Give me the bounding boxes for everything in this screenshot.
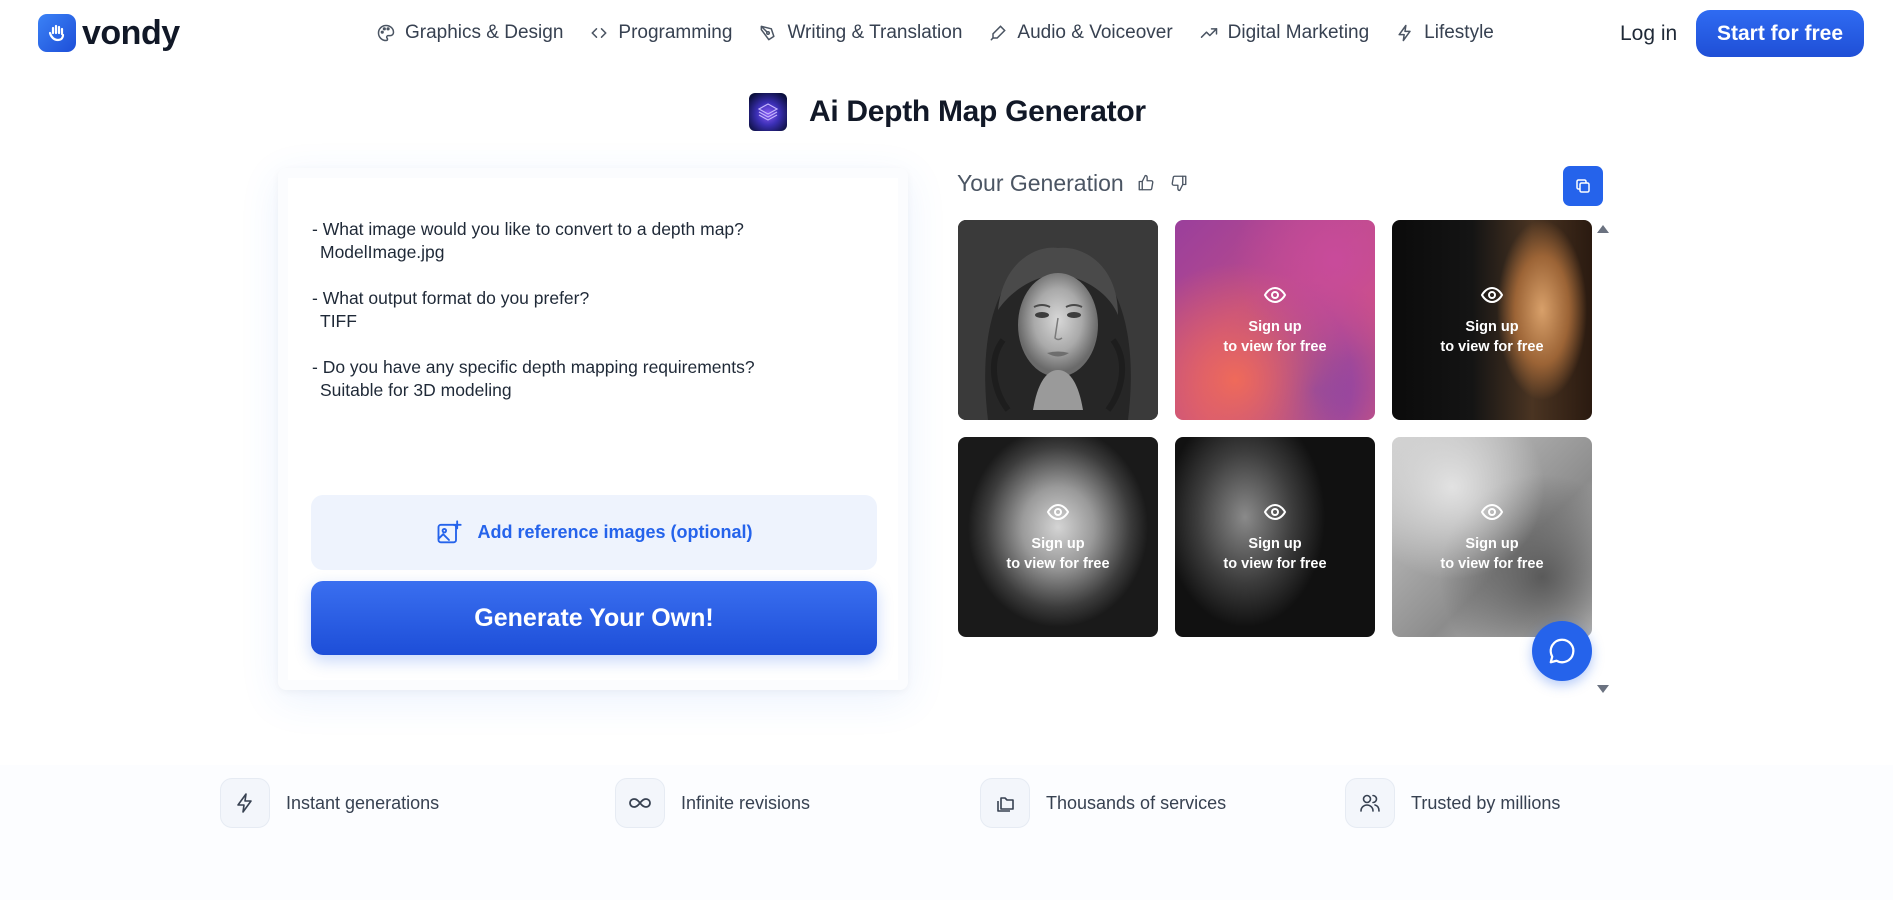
palette-icon	[377, 24, 395, 42]
eye-icon	[1480, 503, 1504, 521]
feature-instant-generations: Instant generations	[220, 778, 439, 828]
scroll-down-arrow[interactable]	[1597, 685, 1609, 693]
bolt-icon	[220, 778, 270, 828]
eye-icon	[1046, 503, 1070, 521]
locked-line1: Sign up	[1248, 536, 1302, 552]
feature-trusted-by-millions: Trusted by millions	[1345, 778, 1560, 828]
add-reference-label: Add reference images (optional)	[477, 522, 753, 542]
nav-lifestyle[interactable]: Lifestyle	[1395, 22, 1494, 44]
portrait-illustration	[958, 220, 1158, 420]
prompt-answer: TIFF	[320, 311, 357, 331]
pen-icon	[761, 25, 776, 41]
feature-label: Infinite revisions	[681, 792, 811, 813]
nav-label: Programming	[618, 22, 733, 43]
locked-image-tile[interactable]: Sign up to view for free	[1175, 437, 1375, 637]
page-title: Ai Depth Map Generator	[809, 95, 1146, 128]
thumbs-up-icon[interactable]	[1137, 174, 1155, 192]
nav-audio-voiceover[interactable]: Audio & Voiceover	[988, 22, 1173, 44]
locked-line2: to view for free	[1223, 556, 1327, 572]
generation-title: Your Generation	[957, 170, 1124, 196]
brand-name: vondy	[82, 14, 180, 52]
prompt-block: - Do you have any specific depth mapping…	[312, 356, 852, 402]
nav-label: Audio & Voiceover	[1017, 22, 1173, 43]
eye-icon	[1480, 286, 1504, 304]
depth-map-app-icon	[749, 93, 787, 131]
locked-line2: to view for free	[1440, 339, 1544, 355]
nav-label: Writing & Translation	[787, 22, 963, 43]
image-plus-icon	[438, 519, 463, 543]
nav-graphics-design[interactable]: Graphics & Design	[376, 22, 563, 44]
bolt-icon	[1398, 24, 1411, 42]
users-icon	[1345, 778, 1395, 828]
nav-label: Digital Marketing	[1227, 22, 1370, 43]
page-header: Ai Depth Map Generator	[749, 93, 1146, 131]
prompt-answer: Suitable for 3D modeling	[320, 380, 512, 400]
prompt-text[interactable]: - What image would you like to convert t…	[312, 218, 852, 425]
nav-digital-marketing[interactable]: Digital Marketing	[1199, 22, 1370, 44]
login-link[interactable]: Log in	[1620, 22, 1677, 46]
generate-button[interactable]: Generate Your Own!	[311, 581, 877, 655]
copy-button[interactable]	[1563, 166, 1603, 206]
folders-icon	[980, 778, 1030, 828]
chat-bubble-icon	[1549, 638, 1575, 664]
locked-image-tile[interactable]: Sign up to view for free	[958, 437, 1158, 637]
feature-infinite-revisions: Infinite revisions	[615, 778, 810, 828]
prompt-question: - What output format do you prefer?	[312, 288, 590, 308]
nav-label: Graphics & Design	[405, 22, 564, 43]
hand-wave-icon	[38, 14, 76, 52]
eye-icon	[1263, 503, 1287, 521]
top-header: vondy Graphics & Design Programming Writ…	[0, 0, 1893, 68]
locked-line1: Sign up	[1465, 536, 1519, 552]
feature-label: Thousands of services	[1046, 792, 1227, 813]
trend-up-icon	[1200, 28, 1217, 38]
main-nav: Graphics & Design Programming Writing & …	[376, 22, 1494, 44]
prompt-question: - Do you have any specific depth mapping…	[312, 357, 755, 377]
locked-image-tile[interactable]: Sign up to view for free	[1175, 220, 1375, 420]
add-reference-images-button[interactable]: Add reference images (optional)	[311, 495, 877, 570]
thumbs-down-icon[interactable]	[1170, 174, 1188, 192]
prompt-question: - What image would you like to convert t…	[312, 219, 744, 239]
locked-image-tile[interactable]: Sign up to view for free	[1392, 220, 1592, 420]
chat-button[interactable]	[1532, 621, 1592, 681]
generated-image-portrait[interactable]	[958, 220, 1158, 420]
locked-line1: Sign up	[1465, 319, 1519, 335]
nav-programming[interactable]: Programming	[589, 22, 732, 44]
locked-image-tile[interactable]: Sign up to view for free	[1392, 437, 1592, 637]
locked-line1: Sign up	[1248, 319, 1302, 335]
feature-label: Instant generations	[286, 792, 440, 813]
prompt-answer: ModelImage.jpg	[320, 242, 445, 262]
prompt-block: - What output format do you prefer? TIFF	[312, 287, 852, 333]
code-icon	[591, 28, 608, 38]
feature-thousands-of-services: Thousands of services	[980, 778, 1226, 828]
feature-label: Trusted by millions	[1411, 792, 1561, 813]
copy-icon	[1576, 179, 1590, 193]
vondy-logo[interactable]: vondy	[38, 14, 180, 52]
start-for-free-button[interactable]: Start for free	[1696, 10, 1864, 57]
infinity-icon	[615, 778, 665, 828]
eye-icon	[1263, 286, 1287, 304]
nav-writing-translation[interactable]: Writing & Translation	[758, 22, 962, 44]
scroll-up-arrow[interactable]	[1597, 225, 1609, 233]
prompt-block: - What image would you like to convert t…	[312, 218, 852, 264]
mic-icon	[990, 25, 1007, 41]
locked-line2: to view for free	[1223, 339, 1327, 355]
locked-line2: to view for free	[1440, 556, 1544, 572]
locked-line2: to view for free	[1006, 556, 1110, 572]
locked-line1: Sign up	[1031, 536, 1085, 552]
nav-label: Lifestyle	[1424, 22, 1494, 43]
